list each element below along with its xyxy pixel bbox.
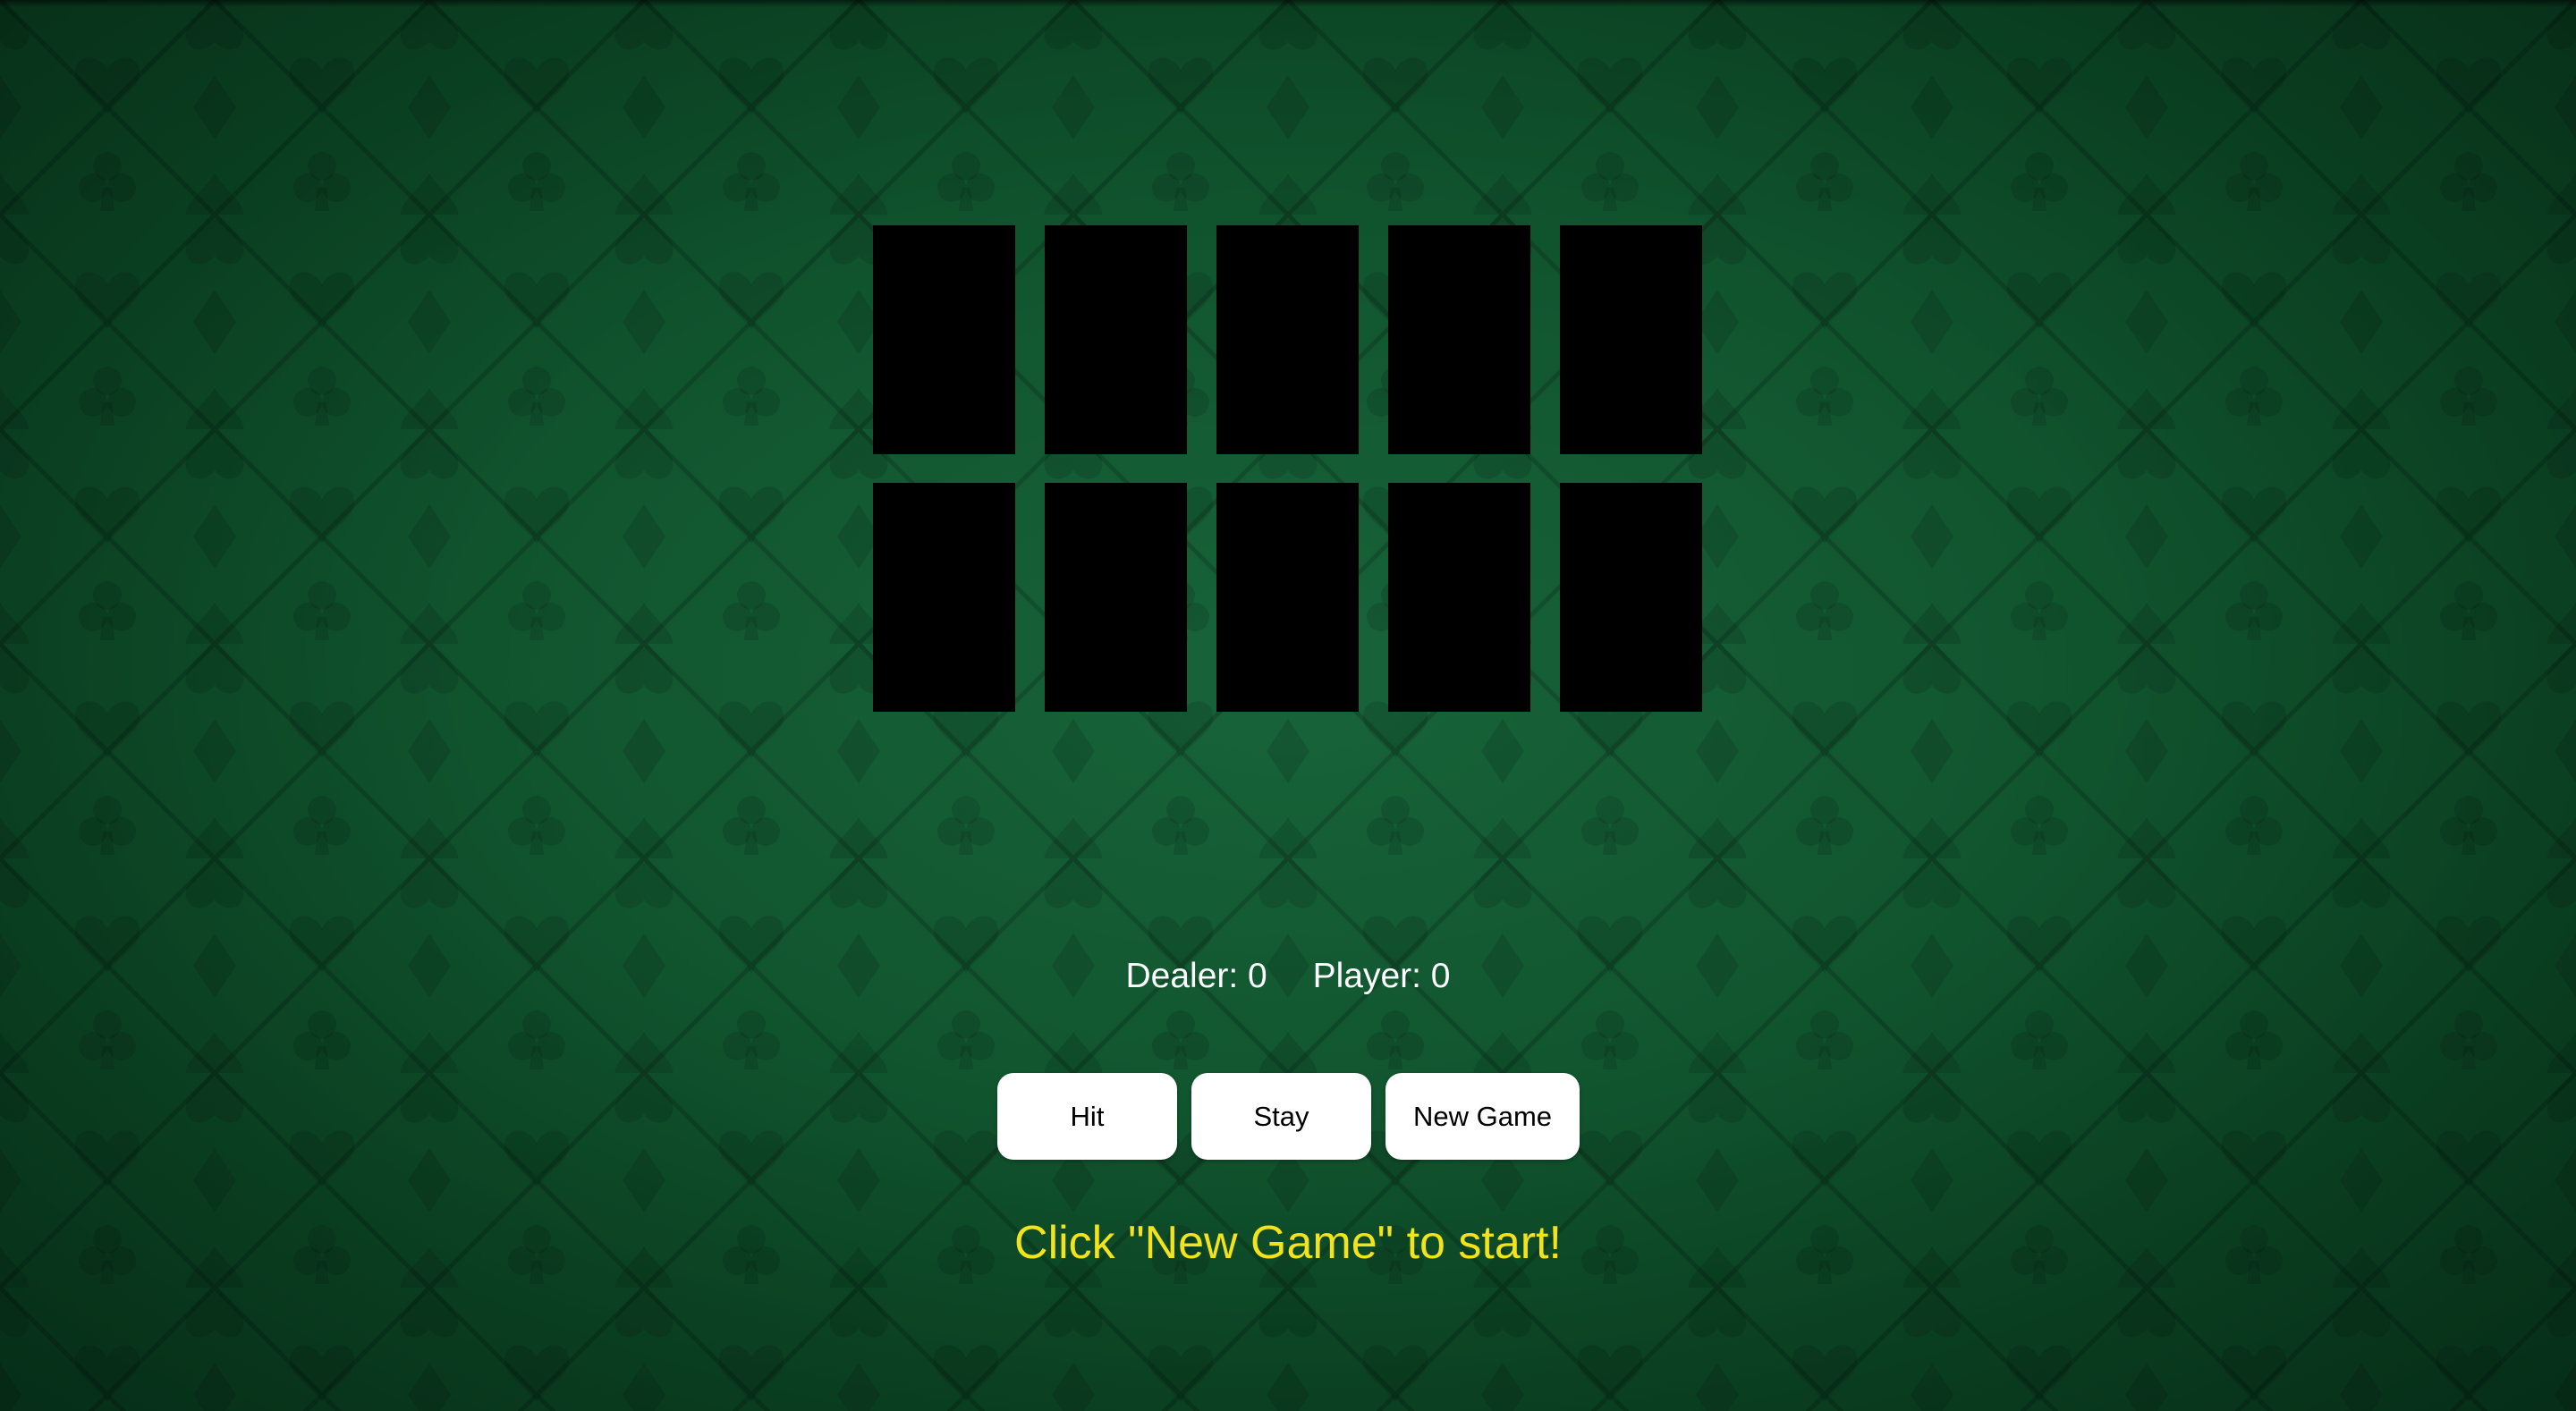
player-score: Player: 0 [1312, 957, 1451, 995]
dealer-card-slot [1560, 225, 1702, 454]
dealer-card-slot [873, 225, 1015, 454]
player-card-slot [1216, 483, 1359, 712]
player-card-slot [1045, 483, 1187, 712]
player-card-slot [873, 483, 1015, 712]
player-hand [873, 483, 1702, 712]
dealer-card-slot [1045, 225, 1187, 454]
stay-button[interactable]: Stay [1191, 1073, 1371, 1160]
player-card-slot [1560, 483, 1702, 712]
score-bar: Dealer: 0 Player: 0 [0, 951, 2576, 1001]
dealer-card-slot [1388, 225, 1530, 454]
status-message: Click "New Game" to start! [1014, 1217, 1562, 1269]
game-controls: Hit Stay New Game [997, 1073, 1580, 1160]
dealer-hand [873, 225, 1702, 454]
new-game-button[interactable]: New Game [1385, 1073, 1580, 1160]
dealer-score: Dealer: 0 [1125, 957, 1267, 995]
hit-button[interactable]: Hit [997, 1073, 1177, 1160]
dealer-card-slot [1216, 225, 1359, 454]
player-card-slot [1388, 483, 1530, 712]
